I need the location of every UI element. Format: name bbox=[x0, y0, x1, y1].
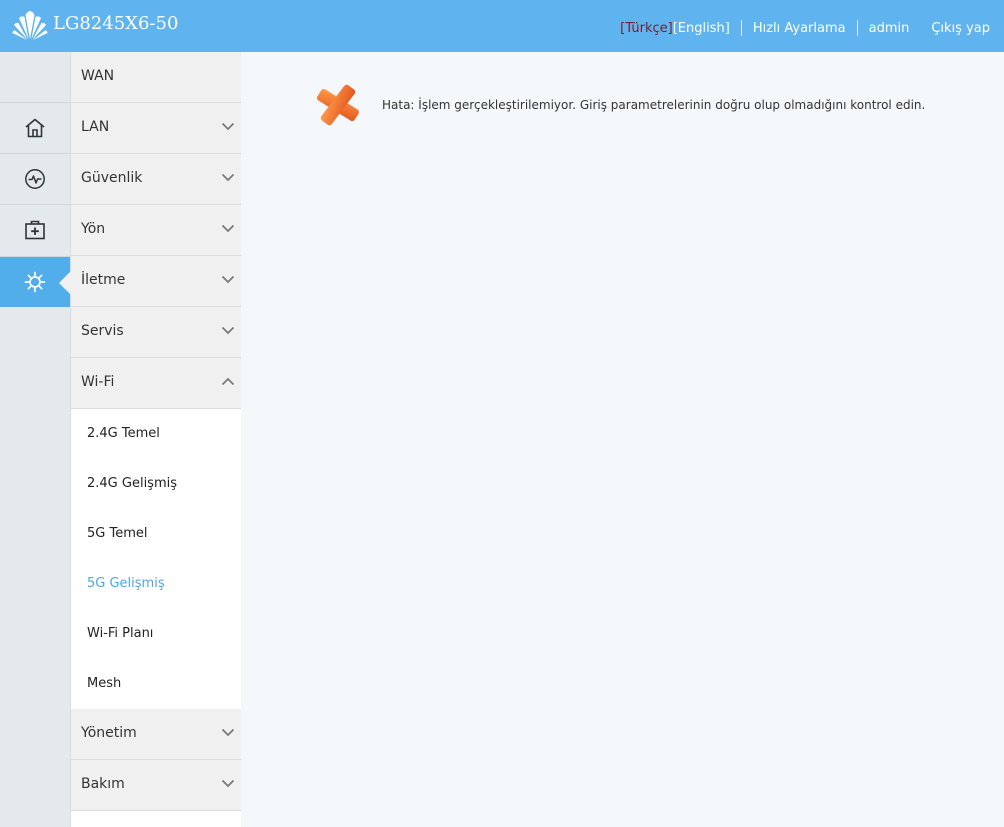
chevron-down-icon bbox=[221, 728, 235, 737]
menu-item-label: İletme bbox=[81, 272, 126, 288]
menu-item-label: Servis bbox=[81, 323, 124, 339]
menu-item-maintenance[interactable]: Bakım bbox=[71, 760, 241, 811]
chevron-up-icon bbox=[221, 377, 235, 386]
chevron-down-icon bbox=[221, 326, 235, 335]
chevron-down-icon bbox=[221, 779, 235, 788]
logout-link[interactable]: Çıkış yap bbox=[931, 21, 990, 36]
main-content: Hata: İşlem gerçekleştirilemiyor. Giriş … bbox=[241, 52, 1004, 827]
menu-item-label: Yön bbox=[81, 221, 106, 237]
lang-english-link[interactable]: [English] bbox=[673, 21, 730, 36]
icon-nav bbox=[0, 52, 71, 827]
home-icon bbox=[25, 118, 45, 137]
menu-item-wifi[interactable]: Wi-Fi bbox=[71, 358, 241, 409]
nav-apps[interactable] bbox=[0, 204, 70, 254]
header-links: [Türkçe] [English] Hızlı Ayarlama admin … bbox=[620, 19, 990, 37]
error-message: Hata: İşlem gerçekleştirilemiyor. Giriş … bbox=[382, 98, 926, 112]
error-x-icon bbox=[317, 84, 359, 126]
user-name[interactable]: admin bbox=[869, 21, 910, 36]
submenu-item-wifi-schedule[interactable]: Wi-Fi Planı bbox=[71, 609, 241, 659]
add-box-icon bbox=[25, 220, 45, 239]
submenu-item-label: 2.4G Gelişmiş bbox=[87, 476, 177, 491]
menu-item-label: Güvenlik bbox=[81, 170, 143, 186]
header-divider bbox=[856, 20, 858, 36]
submenu-item-5g-advanced[interactable]: 5G Gelişmiş bbox=[71, 559, 241, 609]
quick-setup-link[interactable]: Hızlı Ayarlama bbox=[753, 21, 846, 36]
menu-item-label: LAN bbox=[81, 119, 110, 135]
menu-item-wan[interactable]: WAN bbox=[71, 52, 241, 103]
menu-item-label: WAN bbox=[81, 68, 115, 84]
submenu-item-label: Wi-Fi Planı bbox=[87, 626, 154, 641]
header-divider bbox=[740, 20, 742, 36]
chevron-down-icon bbox=[221, 122, 235, 131]
submenu-item-label: 5G Gelişmiş bbox=[87, 576, 165, 591]
top-header: LG8245X6-50 [Türkçe] [English] Hızlı Aya… bbox=[0, 0, 1004, 52]
device-name: LG8245X6-50 bbox=[53, 13, 179, 34]
menu-item-route[interactable]: Yön bbox=[71, 205, 241, 256]
submenu-item-5g-basic[interactable]: 5G Temel bbox=[71, 509, 241, 559]
menu-item-label: Bakım bbox=[81, 776, 125, 792]
chevron-down-icon bbox=[221, 275, 235, 284]
active-indicator bbox=[59, 271, 71, 295]
submenu-item-label: 2.4G Temel bbox=[87, 426, 160, 441]
nav-status[interactable] bbox=[0, 153, 70, 203]
submenu-item-label: 5G Temel bbox=[87, 526, 148, 541]
menu-item-service[interactable]: Servis bbox=[71, 307, 241, 358]
menu-item-label: Wi-Fi bbox=[81, 374, 115, 390]
settings-menu: WAN LAN Güvenlik Yön İletme Servis Wi-Fi… bbox=[71, 52, 241, 827]
settings-gear-icon bbox=[24, 271, 46, 293]
nav-home[interactable] bbox=[0, 102, 70, 152]
menu-item-lan[interactable]: LAN bbox=[71, 103, 241, 154]
submenu-item-label: Mesh bbox=[87, 676, 122, 691]
chevron-down-icon bbox=[221, 173, 235, 182]
huawei-logo-icon bbox=[12, 11, 48, 40]
submenu-item-mesh[interactable]: Mesh bbox=[71, 659, 241, 709]
submenu-item-24g-basic[interactable]: 2.4G Temel bbox=[71, 409, 241, 459]
status-monitor-icon bbox=[25, 168, 45, 189]
menu-item-management[interactable]: Yönetim bbox=[71, 709, 241, 760]
menu-item-forward[interactable]: İletme bbox=[71, 256, 241, 307]
icon-nav-blank bbox=[0, 52, 70, 102]
lang-turkish-link[interactable]: [Türkçe] bbox=[620, 21, 673, 36]
chevron-down-icon bbox=[221, 224, 235, 233]
submenu-item-24g-advanced[interactable]: 2.4G Gelişmiş bbox=[71, 459, 241, 509]
menu-item-label: Yönetim bbox=[81, 725, 137, 741]
menu-item-security[interactable]: Güvenlik bbox=[71, 154, 241, 205]
